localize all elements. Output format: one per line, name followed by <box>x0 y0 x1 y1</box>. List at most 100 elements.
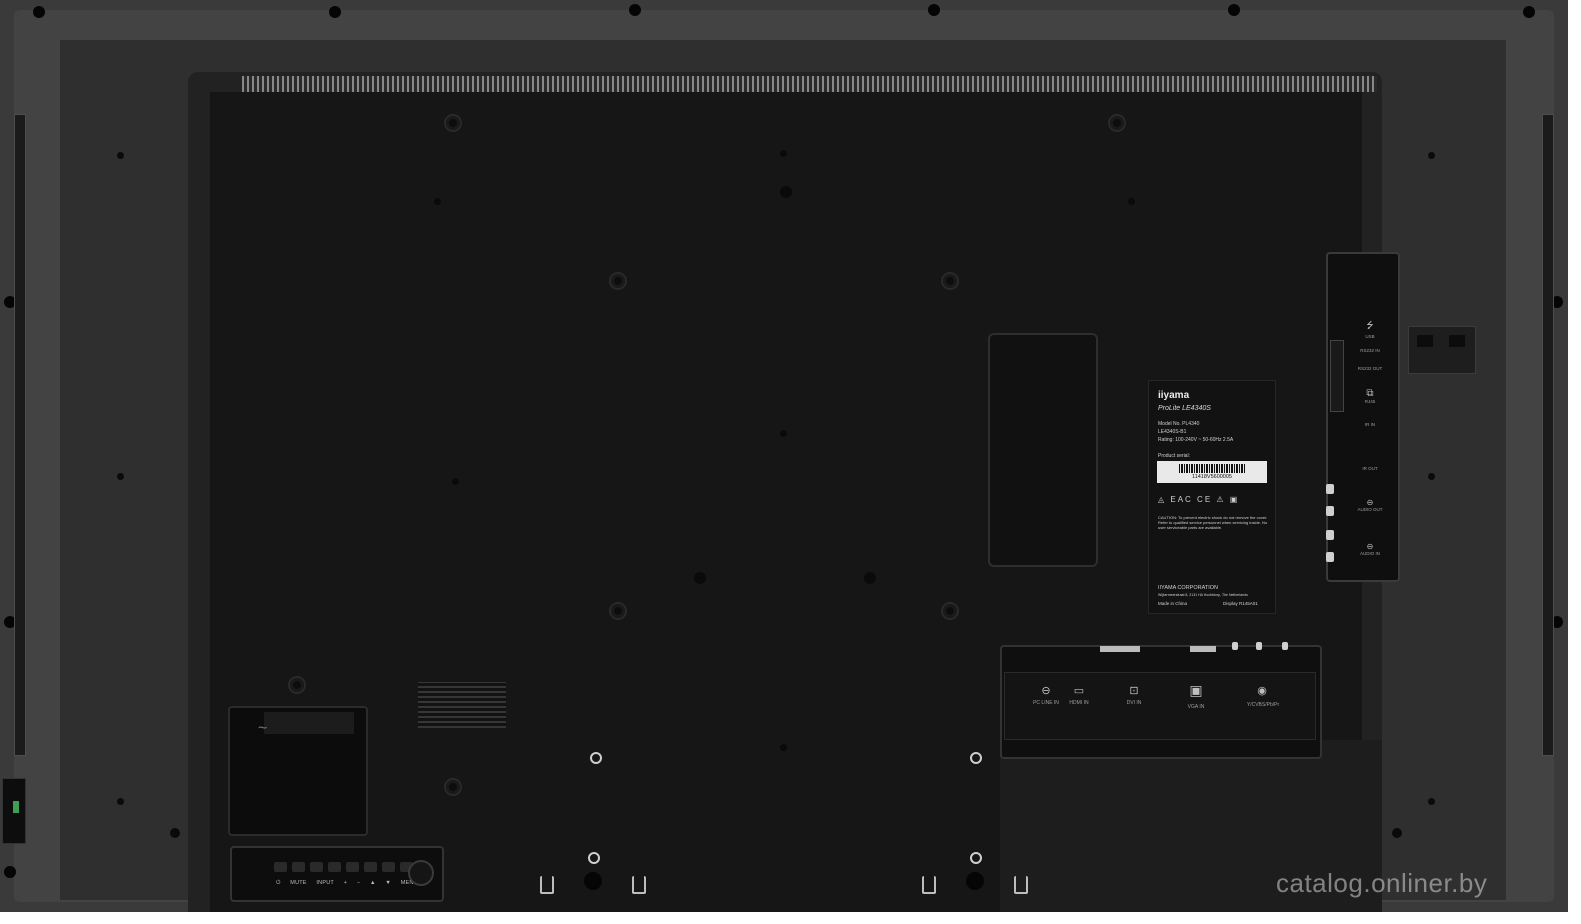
edge-screw <box>1523 6 1535 18</box>
ir-out-label: IR OUT <box>1362 466 1378 471</box>
input-label: INPUT <box>316 880 334 886</box>
down-button[interactable] <box>382 862 395 872</box>
panel-screw <box>446 116 460 130</box>
stand-hole <box>966 872 984 890</box>
mount-hole <box>780 430 787 437</box>
vesa-screw <box>611 274 625 288</box>
mount-hole <box>1392 828 1402 838</box>
mount-hole <box>780 744 787 751</box>
jack[interactable] <box>1326 506 1334 516</box>
mount-hole <box>452 478 459 485</box>
right-side-slot <box>1542 114 1554 756</box>
rj45-label: RJ45 <box>1364 399 1376 404</box>
hdmi-icon: ▭ <box>1073 685 1085 697</box>
caution-text: CAUTION: To prevent electric shock do no… <box>1158 515 1268 530</box>
stand-pin <box>588 852 600 864</box>
power-button[interactable] <box>274 862 287 872</box>
jack[interactable] <box>1326 484 1334 494</box>
minus-button[interactable] <box>346 862 359 872</box>
button-labels: ⏻ MUTE INPUT + − ▲ ▼ MENU <box>276 880 426 887</box>
edge-screw <box>329 6 341 18</box>
corporation-address: Wijkermeerstraat 8, 2131 HA Hoofddorp, T… <box>1158 593 1248 597</box>
vesa-screw <box>943 604 957 618</box>
edge-screw <box>629 4 641 16</box>
rating-label: iiyama ProLite LE4340S Model No. PL4340 … <box>1148 380 1276 614</box>
audio-in-icon: ⊖ <box>1366 542 1374 551</box>
mount-hole <box>590 752 602 764</box>
left-side-slot <box>14 114 26 756</box>
mount-hole <box>117 473 124 480</box>
watermark: catalog.onliner.by <box>1276 868 1488 898</box>
audio-out-label: AUDIO OUT <box>1357 507 1383 512</box>
stand-slot <box>922 876 936 894</box>
hdmi-in-label[interactable]: HDMI IN <box>1060 700 1098 706</box>
edge-screw <box>4 866 16 878</box>
mount-hole <box>780 186 792 198</box>
display-code: Display R145A01 <box>1223 601 1258 606</box>
side-connector[interactable] <box>2 778 26 844</box>
dvi-connector-edge <box>1100 646 1140 652</box>
mount-hole <box>117 152 124 159</box>
rs232-port[interactable] <box>1330 340 1344 412</box>
dvi-icon: ⊡ <box>1129 685 1139 697</box>
vga-in-label[interactable]: VGA IN <box>1178 704 1214 710</box>
plus-label: + <box>343 880 348 886</box>
jack[interactable] <box>1326 552 1334 562</box>
mount-hole <box>1428 798 1435 805</box>
plus-button[interactable] <box>328 862 341 872</box>
power-rating: Rating: 100-240V ~ 50-60Hz 2.5A <box>1158 437 1234 443</box>
vesa-screw <box>943 274 957 288</box>
ac-symbol: ~ <box>258 720 268 737</box>
barcode-icon <box>1179 464 1245 473</box>
serial-number: 11418V5600005 <box>1192 474 1232 480</box>
input-button[interactable] <box>310 862 323 872</box>
audio-in-port[interactable]: ⊖ AUDIO IN <box>1350 542 1390 556</box>
mount-hole <box>170 828 180 838</box>
panel-screw <box>290 678 304 692</box>
mount-hole <box>864 572 876 584</box>
ir-sensor-knob <box>408 860 434 886</box>
usb-port[interactable]: ⭍ USB <box>1350 318 1390 339</box>
stand-slot <box>1014 876 1028 894</box>
vesa-screw <box>611 604 625 618</box>
brand-logo: iiyama <box>1158 390 1190 401</box>
usb-icon: ⭍ <box>1366 320 1374 330</box>
vga-connector-edge <box>1190 646 1216 652</box>
product-name: ProLite LE4340S <box>1158 405 1211 412</box>
power-inlet-recess[interactable] <box>228 706 368 836</box>
power-label: ⏻ <box>276 880 281 886</box>
dvi-in-label[interactable]: DVI IN <box>1116 700 1152 706</box>
jack[interactable] <box>1282 642 1288 650</box>
line-in-icon: ⊖ <box>1041 685 1051 697</box>
model-number: Model No. PL4340 <box>1158 421 1200 427</box>
mount-hole <box>780 150 787 157</box>
mount-hole <box>117 798 124 805</box>
mute-button[interactable] <box>292 862 305 872</box>
rs232-out-label: RS232 OUT <box>1357 366 1383 371</box>
mount-hole <box>1428 473 1435 480</box>
panel-screw <box>1110 116 1124 130</box>
jack[interactable] <box>1256 642 1262 650</box>
mount-hole <box>694 572 706 584</box>
jack[interactable] <box>1326 530 1334 540</box>
audio-out-port[interactable]: ⊖ AUDIO OUT <box>1350 498 1390 512</box>
component-icon: ◉ <box>1257 685 1267 697</box>
corporation-name: IIYAMA CORPORATION <box>1158 585 1218 591</box>
minus-label: − <box>356 880 361 886</box>
rj45-port[interactable]: ⧉ RJ45 <box>1350 388 1390 404</box>
component-in-label[interactable]: Y/CVBS/Pb/Pr <box>1236 702 1290 708</box>
up-button[interactable] <box>364 862 377 872</box>
edge-screw <box>33 6 45 18</box>
vesa-cover-plate <box>988 333 1098 567</box>
made-in: Made in China <box>1158 601 1188 606</box>
mount-hole <box>1128 198 1135 205</box>
stand-slot <box>632 876 646 894</box>
mount-hole <box>970 752 982 764</box>
up-label: ▲ <box>369 880 376 886</box>
top-vent-grille <box>242 76 1377 92</box>
vent-grille <box>418 682 506 728</box>
audio-in-label: AUDIO IN <box>1359 551 1380 556</box>
jack[interactable] <box>1232 642 1238 650</box>
stand-hole <box>584 872 602 890</box>
model-code: LE4340S-B1 <box>1158 429 1187 435</box>
